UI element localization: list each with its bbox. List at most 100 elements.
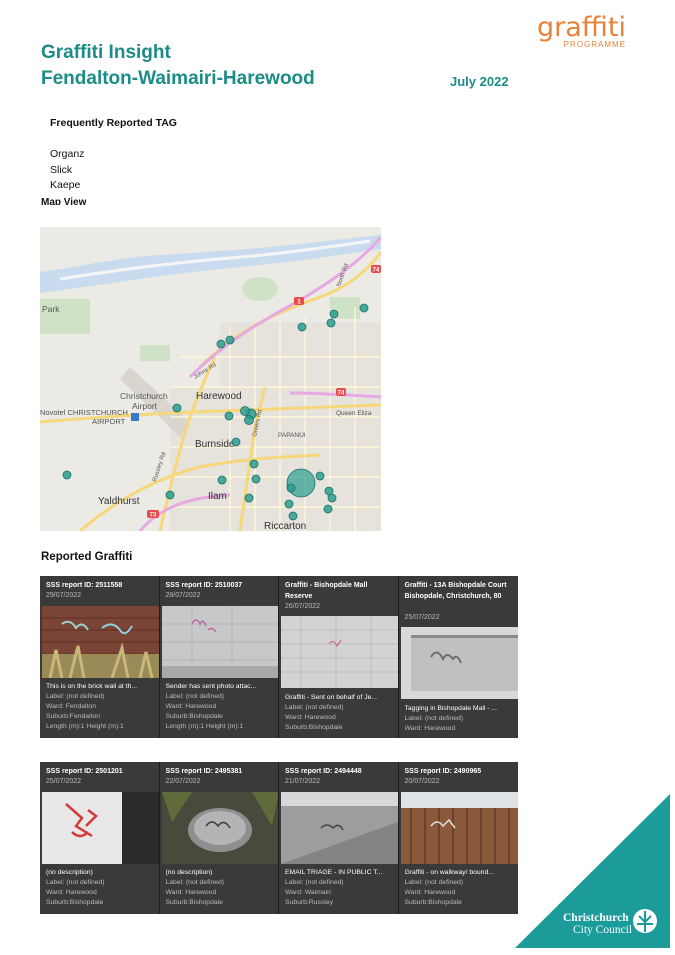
card-date: 22/07/2022 [165,778,201,785]
tag-item: Slick [50,163,73,176]
map-graphic: 1 74 73 74 Park Christchurch Airport Har… [40,235,381,531]
map-marker [62,470,72,480]
card-description: Sender has sent photo attac... [165,683,257,690]
card-title: SSS report ID: 2501201 [46,768,123,775]
card-date: 25/07/2022 [404,614,440,621]
report-date: July 2022 [450,74,509,89]
map-marker [327,493,337,503]
card-ward: Ward: Fendalton [46,703,96,710]
card-photo [161,792,279,864]
card-ward: Ward: Harewood [165,889,217,896]
card-suburb: Suburb:Bishopdale [404,899,462,906]
card-title: Graffiti - 13A Bishopdale Court Bishopda… [404,582,507,600]
frequent-tags-list: Organz Slick Kaepe [50,147,84,194]
map-label-riccarton: Riccarton [264,521,306,531]
card-date: 20/07/2022 [404,778,440,785]
map-marker [217,475,227,485]
card-date: 26/07/2022 [285,603,321,610]
graffiti-card[interactable]: SSS report ID: 2495381 22/07/2022 (no de… [159,762,279,914]
graffiti-card[interactable]: SSS report ID: 2511558 29/07/2022 This i… [40,576,160,738]
map-marker [216,339,226,349]
report-subtitle-ward: Fendalton-Waimairi-Harewood [41,68,315,89]
card-suburb: Suburb:Bishopdale [165,713,223,720]
card-description: Graffiti - Sent on behalf of Je... [285,694,378,701]
graffiti-gallery-row-1: SSS report ID: 2511558 29/07/2022 This i… [40,576,518,738]
card-ward: Ward: Waimairi [285,889,331,896]
card-info: (no description) Label: (not defined) Wa… [166,868,276,908]
card-description: Tagging in Bishopdale Mall - ... [404,705,498,712]
card-title: Graffiti - Bishopdale Mall Reserve [285,582,368,600]
card-info: Sender has sent photo attac... Label: (n… [166,682,276,732]
card-info: Graffiti - on walkway/ bound... Label: (… [405,868,515,908]
map-view[interactable]: 1 74 73 74 Park Christchurch Airport Har… [40,227,381,531]
map-label-ilam: Ilam [208,491,227,502]
card-title: SSS report ID: 2495381 [165,768,243,775]
card-title: SSS report ID: 2494448 [285,768,362,775]
map-marker [288,511,298,521]
map-marker [225,335,235,345]
card-label: Label: (not defined) [404,715,464,722]
graffiti-card[interactable]: SSS report ID: 2490965 20/07/2022 Graffi… [398,762,518,914]
card-description: (no description) [165,869,213,876]
map-label-airport-2: Airport [132,401,158,411]
card-photo [42,606,159,679]
frequent-tags-heading: Frequently Reported TAG [50,117,177,129]
map-marker [224,411,234,421]
card-description: (no description) [46,869,93,876]
card-photo [400,792,518,864]
card-photo [42,792,159,864]
map-marker [231,437,241,447]
card-title: SSS report ID: 2511558 [46,582,123,589]
map-label-airport-1: Christchurch [120,391,168,401]
card-description: EMAIL TRIAGE - IN PUBLIC T... [285,869,383,876]
map-marker [359,303,369,313]
christchurch-city-council-logo: Christchurch City Council [515,794,670,948]
map-label-airport-code: AIRPORT [92,417,126,426]
graffiti-card[interactable]: SSS report ID: 2494448 21/07/2022 EMAIL … [279,762,399,914]
card-label: Label: (not defined) [46,879,105,886]
card-dimensions: Length (m):1 Height (m):1 [165,723,244,730]
card-label: Label: (not defined) [285,879,344,886]
card-date: 25/07/2022 [46,778,82,785]
map-label-harewood: Harewood [196,391,242,402]
card-label: Label: (not defined) [165,693,225,700]
card-ward: Ward: Harewood [404,889,456,896]
card-date: 21/07/2022 [285,778,321,785]
map-marker [326,318,336,328]
airport-icon [131,413,139,421]
graffiti-card[interactable]: SSS report ID: 2501201 25/07/2022 (no de… [40,762,160,914]
card-ward: Ward: Harewood [165,703,217,710]
graffiti-programme-logo: graffiti PROGRAMME [534,14,626,49]
card-suburb: Suburb:Russley [285,899,333,906]
card-ward: Ward: Harewood [404,725,456,732]
map-label-yaldhurst: Yaldhurst [98,496,140,507]
card-info: EMAIL TRIAGE - IN PUBLIC T... Label: (no… [285,868,395,908]
graffiti-card[interactable]: Graffiti - Bishopdale Mall Reserve 26/07… [279,576,399,738]
map-marker [329,309,339,319]
reported-graffiti-heading: Reported Graffiti [41,551,133,563]
map-marker [165,490,175,500]
map-marker [251,474,261,484]
card-suburb: Suburb:Bishopdale [285,724,343,731]
map-marker [244,493,254,503]
card-info: (no description) Label: (not defined) Wa… [46,868,156,908]
map-shield: 74 [338,391,345,397]
map-label-novotel: Novotel CHRISTCHURCH [40,408,128,417]
card-photo [400,627,518,699]
map-marker [297,322,307,332]
council-emblem-icon [633,909,657,933]
council-name-line2: City Council [573,924,632,936]
card-date: 29/07/2022 [46,592,82,599]
card-info: Graffiti - Sent on behalf of Je... Label… [285,693,395,733]
card-info: Tagging in Bishopdale Mall - ... Label: … [405,704,515,734]
card-description: Graffiti - on walkway/ bound... [404,869,494,876]
map-marker [249,459,259,469]
report-title: Graffiti Insight [41,42,171,63]
card-dimensions: Length (m):1 Height (m):1 [46,723,124,730]
map-view-heading: Map View [41,197,87,205]
graffiti-card[interactable]: Graffiti - 13A Bishopdale Court Bishopda… [398,576,518,738]
map-label-park: Park [42,304,60,314]
graffiti-card[interactable]: SSS report ID: 2510037 28/07/2022 Sender… [159,576,279,738]
card-label: Label: (not defined) [285,704,344,711]
map-marker [286,468,316,498]
